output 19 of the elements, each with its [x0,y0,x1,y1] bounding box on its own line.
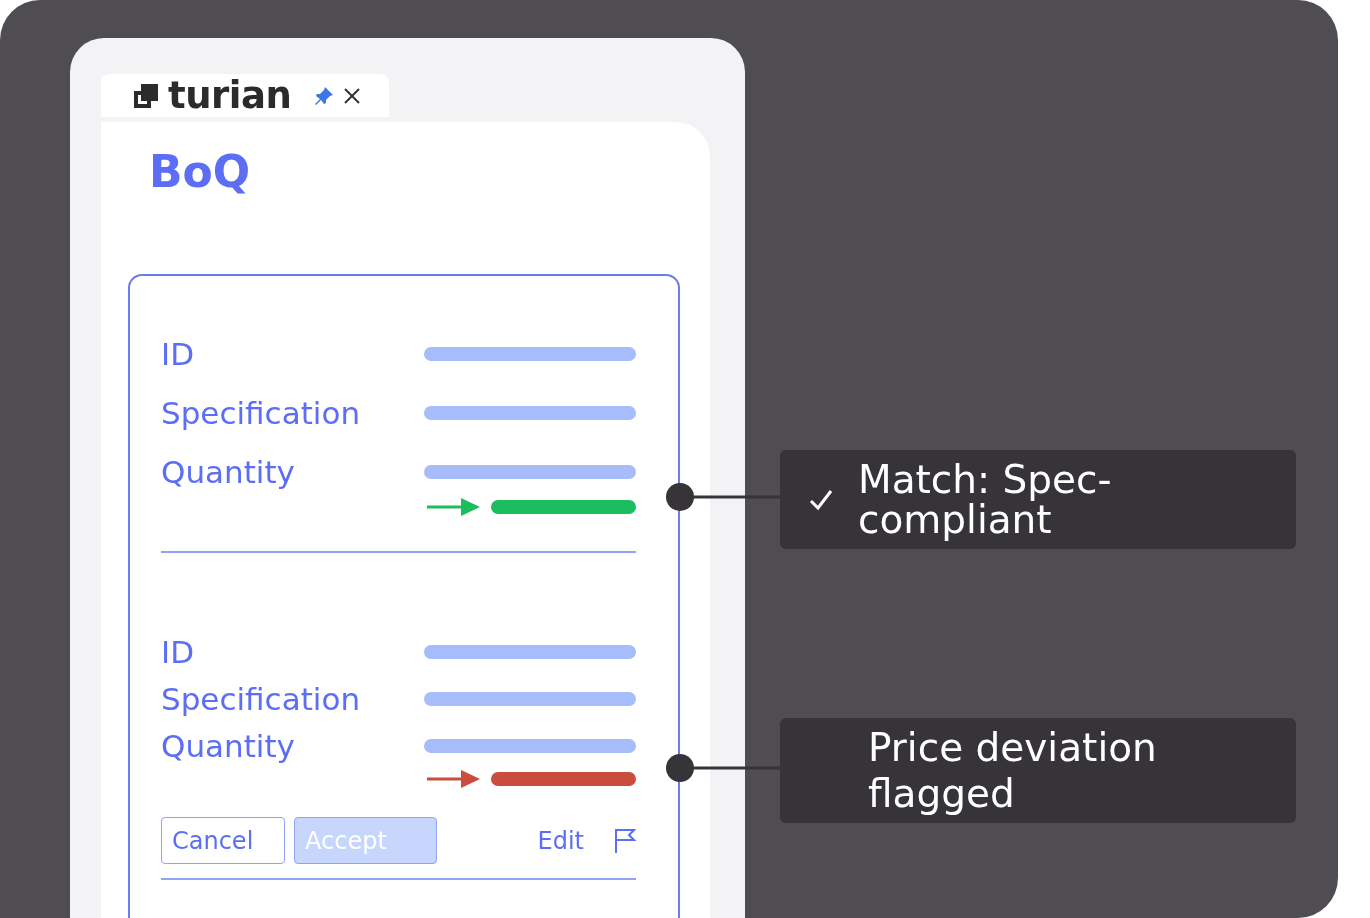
browser-tab[interactable]: turian [101,74,389,117]
flag-icon[interactable] [614,827,636,854]
field-label: Quantity [161,453,296,490]
field-label: ID [161,633,195,670]
arrow-icon [427,769,480,789]
field-label: Quantity [161,727,296,764]
callout-text: Price deviation flagged [868,724,1158,817]
logo-icon [132,81,160,110]
callout-text: Match: Spec-compliant [858,459,1113,540]
arrow-icon [427,497,480,517]
pin-icon[interactable] [313,84,336,107]
field-label: ID [161,335,195,372]
field-label: Specification [161,394,362,431]
cancel-button[interactable]: Cancel [161,817,285,864]
field-label: Specification [161,680,362,717]
close-icon[interactable] [343,86,362,105]
page-title: BoQ [149,145,252,199]
edit-link[interactable]: Edit [537,826,584,855]
logo-text: turian [168,74,292,117]
